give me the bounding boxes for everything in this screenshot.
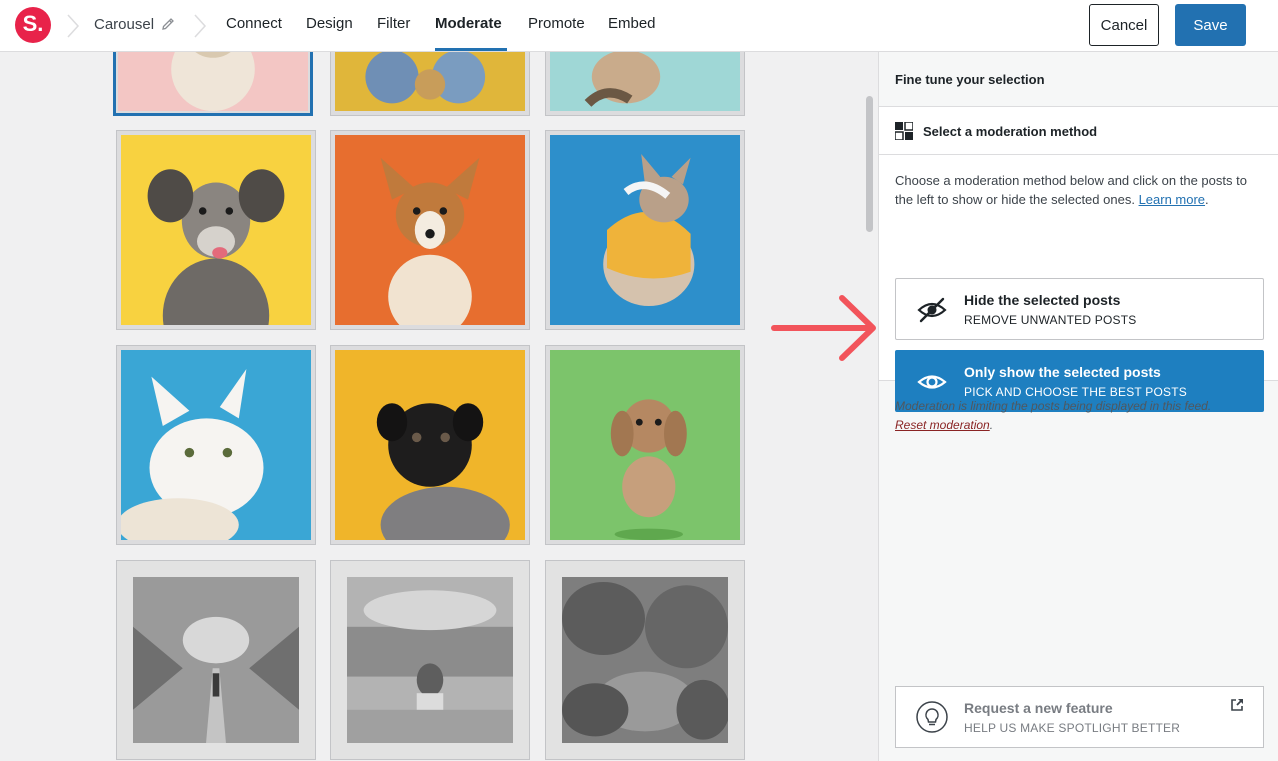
cancel-button[interactable]: Cancel: [1089, 4, 1159, 46]
post-tile[interactable]: [330, 345, 530, 545]
request-feature-button[interactable]: Request a new feature HELP US MAKE SPOTL…: [895, 686, 1264, 748]
post-image-dog-pink: [118, 52, 308, 111]
post-tile[interactable]: [545, 52, 745, 116]
moderation-panel: Fine tune your selection Select a modera…: [878, 52, 1278, 761]
post-image-frenchie-blue: [550, 135, 740, 325]
post-tile-hidden[interactable]: [330, 560, 530, 760]
annotation-arrow: [771, 295, 876, 361]
tab-connect[interactable]: Connect: [226, 15, 282, 32]
post-image-jungle-gray: [562, 577, 728, 743]
active-tab-indicator: [435, 48, 507, 51]
post-tile-hidden[interactable]: [545, 560, 745, 760]
reset-moderation-link[interactable]: Reset moderation: [895, 418, 990, 432]
post-image-shihtzu-green: [550, 350, 740, 540]
section-title: Select a moderation method: [923, 124, 1098, 139]
tab-embed[interactable]: Embed: [608, 15, 656, 32]
post-image-square-gray: [347, 577, 513, 743]
lightbulb-icon: [916, 701, 948, 733]
chevron-right-icon: [67, 14, 80, 38]
post-image-dogs-yellow: [335, 52, 525, 111]
option-title: Hide the selected posts: [964, 292, 1121, 308]
spotlight-logo[interactable]: S.: [15, 7, 51, 43]
tab-promote[interactable]: Promote: [528, 15, 585, 32]
post-grid: [0, 52, 864, 761]
panel-header: Fine tune your selection: [879, 52, 1278, 107]
post-image-white-cat-blue: [121, 350, 311, 540]
post-image-corgi-orange: [335, 135, 525, 325]
grid-icon: [895, 122, 913, 140]
post-image-schnauzer-yellow: [121, 135, 311, 325]
feed-title[interactable]: Carousel: [94, 16, 154, 33]
post-tile[interactable]: [545, 345, 745, 545]
post-tile[interactable]: [545, 130, 745, 330]
post-image-bridge-gray: [133, 577, 299, 743]
post-tile-hidden[interactable]: [116, 560, 316, 760]
tab-design[interactable]: Design: [306, 15, 353, 32]
post-tile[interactable]: [116, 130, 316, 330]
post-tile[interactable]: [330, 130, 530, 330]
moderation-note: Moderation is limiting the posts being d…: [895, 399, 1212, 432]
hide-selected-option[interactable]: Hide the selected posts REMOVE UNWANTED …: [895, 278, 1264, 340]
post-tile[interactable]: [113, 52, 313, 116]
post-image-pug-yellow: [335, 350, 525, 540]
eye-icon: [917, 375, 947, 389]
panel-title: Fine tune your selection: [895, 72, 1045, 87]
section-header[interactable]: Select a moderation method: [879, 107, 1278, 155]
post-image-cat-teal: [550, 52, 740, 111]
feature-title: Request a new feature: [964, 700, 1113, 716]
moderation-description: Choose a moderation method below and cli…: [895, 173, 1247, 207]
pencil-icon[interactable]: [160, 16, 176, 32]
grid-scrollbar[interactable]: [866, 96, 873, 232]
top-bar: S. Carousel Connect Design Filter Modera…: [0, 0, 1278, 52]
post-tile[interactable]: [116, 345, 316, 545]
option-title: Only show the selected posts: [964, 364, 1161, 380]
post-tile[interactable]: [330, 52, 530, 116]
chevron-right-icon: [194, 14, 207, 38]
note-text: Moderation is limiting the posts being d…: [895, 399, 1212, 413]
external-link-icon: [1231, 699, 1243, 711]
section-body: Choose a moderation method below and cli…: [879, 155, 1278, 412]
option-subtitle: REMOVE UNWANTED POSTS: [964, 313, 1137, 327]
save-button[interactable]: Save: [1175, 4, 1246, 46]
tab-moderate[interactable]: Moderate: [435, 15, 502, 32]
feature-subtitle: HELP US MAKE SPOTLIGHT BETTER: [964, 721, 1181, 735]
eye-slash-icon: [917, 297, 947, 323]
tab-filter[interactable]: Filter: [377, 15, 410, 32]
learn-more-link[interactable]: Learn more: [1139, 192, 1205, 207]
